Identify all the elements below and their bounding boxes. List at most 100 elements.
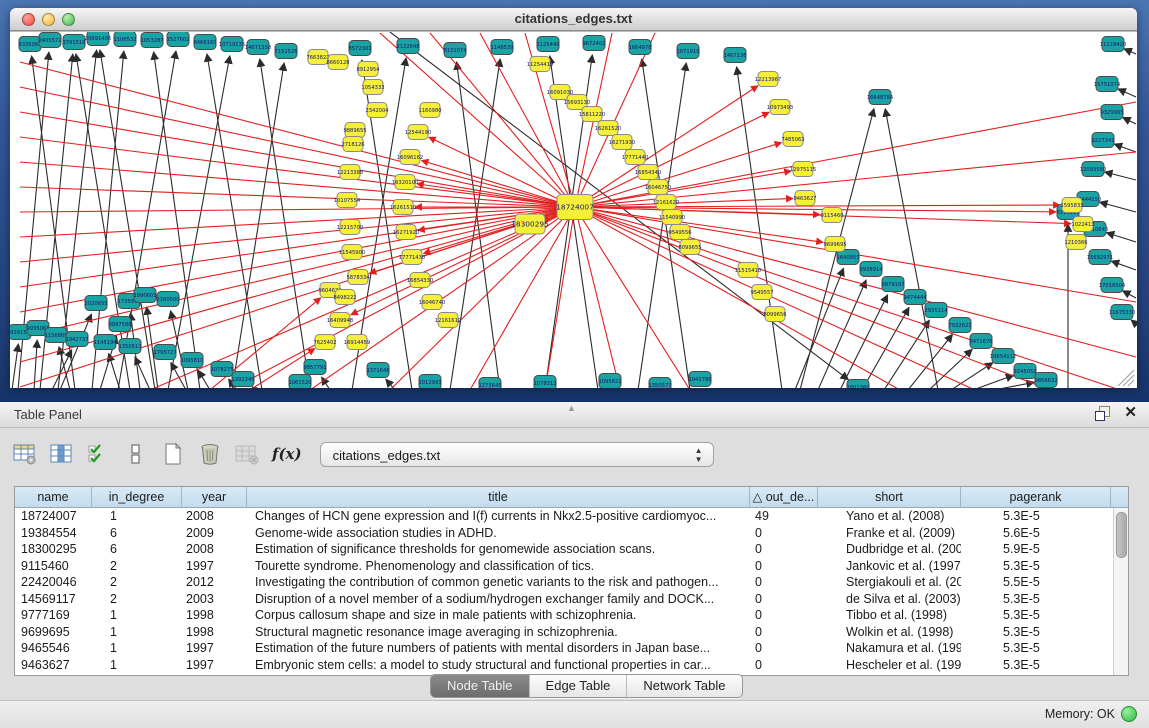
graph-node[interactable]: 1371648 — [366, 363, 389, 378]
network-window-titlebar[interactable]: citations_edges.txt — [10, 8, 1137, 31]
graph-node[interactable]: 2342004 — [365, 103, 389, 118]
graph-node[interactable]: 10973493 — [767, 100, 793, 115]
graph-node[interactable]: 16914459 — [344, 335, 370, 350]
graph-node[interactable]: 16409948 — [327, 313, 353, 328]
graph-node[interactable]: 9474444 — [903, 290, 927, 305]
graph-node[interactable]: 20691406 — [85, 32, 111, 46]
resize-corner-icon[interactable] — [1118, 370, 1134, 386]
graph-node[interactable]: 8131074 — [443, 43, 467, 58]
graph-node[interactable]: 1145194 — [93, 335, 117, 350]
graph-node[interactable]: 11118420 — [1100, 37, 1126, 52]
graph-node[interactable]: 16854330 — [407, 273, 433, 288]
vertical-scrollbar[interactable] — [1113, 508, 1128, 675]
graph-node[interactable]: 1095822 — [598, 374, 621, 389]
table-row[interactable]: 911546021997Tourette syndrome. Phenomeno… — [15, 558, 1128, 575]
graph-node[interactable]: 10654112 — [990, 349, 1016, 364]
graph-node[interactable]: 1801360 — [846, 380, 869, 389]
tab-network-table[interactable]: Network Table — [626, 675, 741, 697]
graph-node[interactable]: 11675330 — [1109, 305, 1135, 320]
graph-node[interactable]: 14671358 — [245, 40, 271, 55]
graph-node[interactable]: 16261520 — [595, 121, 621, 136]
graph-node[interactable]: 1095810 — [180, 353, 203, 368]
graph-node[interactable]: 2935114 — [924, 303, 948, 318]
graph-node[interactable]: 2122648 — [396, 39, 419, 54]
graph-node[interactable]: 1467136 — [723, 48, 746, 63]
graph-node[interactable]: 16046750 — [645, 180, 671, 195]
graph-node[interactable]: 9549556 — [668, 225, 691, 240]
graph-node[interactable]: 1078275 — [210, 362, 233, 377]
graph-node[interactable]: 17016504 — [1099, 278, 1126, 293]
graph-node[interactable]: 1078312 — [533, 376, 556, 389]
column-header-year[interactable]: year — [182, 487, 247, 507]
graph-node[interactable]: 16271920 — [393, 225, 419, 240]
graph-node[interactable]: 11515410 — [735, 263, 761, 278]
graph-node[interactable]: 1160980 — [418, 103, 441, 118]
graph-node[interactable]: 16271930 — [609, 135, 635, 150]
graph-node[interactable]: 9115460 — [820, 208, 843, 223]
graph-node[interactable]: 1664978 — [628, 40, 651, 55]
graph-node[interactable]: 7625402 — [313, 335, 336, 350]
graph-node[interactable]: 18724007 — [556, 195, 594, 220]
graph-node[interactable]: 11540990 — [659, 210, 685, 225]
function-icon[interactable]: f(x) — [272, 445, 302, 463]
graph-node[interactable]: 12161620 — [653, 195, 679, 210]
graph-node[interactable]: 1795727 — [153, 345, 176, 360]
column-header-short[interactable]: short — [818, 487, 961, 507]
graph-node[interactable]: 1156869 — [44, 328, 67, 343]
column-header-pagerank[interactable]: pagerank — [961, 487, 1111, 507]
table-settings-icon[interactable] — [13, 443, 37, 465]
close-panel-icon[interactable]: ✕ — [1124, 406, 1137, 420]
graph-node[interactable]: 10719135 — [219, 37, 245, 52]
graph-node[interactable]: 1990601 — [133, 288, 156, 303]
graph-node[interactable]: 1071919 — [676, 44, 699, 59]
graph-node[interactable]: 9889655 — [343, 123, 366, 138]
graph-node[interactable]: 8099656 — [763, 307, 786, 322]
graph-node[interactable]: 1012993 — [418, 375, 441, 389]
graph-node[interactable]: 7932621 — [948, 318, 971, 333]
graph-node[interactable]: 12544190 — [405, 125, 431, 140]
graph-node[interactable]: 8938914 — [859, 262, 883, 277]
table-row[interactable]: 969969511998Structural magnetic resonanc… — [15, 624, 1128, 641]
graph-node[interactable]: 1942737 — [65, 332, 88, 347]
graph-node[interactable]: 2020655 — [84, 296, 107, 311]
graph-node[interactable]: 17771430 — [399, 250, 425, 265]
graph-node[interactable]: 2405572 — [38, 33, 61, 48]
graph-node[interactable]: 12161610 — [435, 313, 461, 328]
graph-node[interactable]: 1054333 — [361, 80, 384, 95]
graph-node[interactable]: 12213967 — [755, 72, 781, 87]
graph-node[interactable]: 2718126 — [341, 137, 364, 152]
graph-node[interactable]: 1148539 — [490, 40, 513, 55]
table-row[interactable]: 1938455462009Genome-wide association stu… — [15, 525, 1128, 542]
graph-node[interactable]: 9329965 — [1100, 105, 1123, 120]
float-panel-icon[interactable] — [1095, 406, 1110, 420]
column-header-out_de[interactable]: △ out_de... — [750, 487, 818, 507]
graph-node[interactable]: 1061520 — [288, 375, 311, 389]
graph-node[interactable]: 1210366 — [1064, 235, 1087, 250]
splitter-handle-icon[interactable]: ▲ — [567, 403, 576, 413]
graph-node[interactable]: 8912954 — [356, 62, 380, 77]
graph-node[interactable]: 1273645 — [478, 378, 501, 389]
table-row[interactable]: 946554611997Estimation of the future num… — [15, 640, 1128, 657]
table-row[interactable]: 1456911722003Disruption of a novel membe… — [15, 591, 1128, 608]
graph-node[interactable]: 16261510 — [390, 200, 416, 215]
graph-node[interactable]: 18300295 — [511, 214, 549, 234]
graph-node[interactable]: 12093580 — [1080, 162, 1106, 177]
graph-node[interactable]: 15751074 — [1094, 77, 1121, 92]
graph-node[interactable]: 16096162 — [397, 150, 423, 165]
table-row[interactable]: 2242004622012Investigating the contribut… — [15, 574, 1128, 591]
graph-node[interactable]: 8498222 — [333, 290, 356, 305]
graph-node[interactable]: 16648784 — [867, 90, 894, 105]
graph-node[interactable]: 10107554 — [334, 193, 361, 208]
graph-node[interactable]: 11254419 — [527, 57, 553, 72]
table-row[interactable]: 977716911998Corpus callosum shape and si… — [15, 607, 1128, 624]
graph-node[interactable]: 8099655 — [678, 240, 701, 255]
graph-node[interactable]: 12975115 — [790, 162, 816, 177]
graph-node[interactable]: 1106532 — [113, 32, 136, 47]
graph-node[interactable]: 8660128 — [326, 55, 349, 70]
graph-node[interactable]: 1125449 — [536, 37, 559, 52]
graph-node[interactable]: 11545900 — [339, 245, 365, 260]
graph-node[interactable]: 1292346 — [231, 372, 254, 387]
graph-node[interactable]: 1053287 — [140, 33, 163, 48]
graph-node[interactable]: 1595833 — [1060, 198, 1083, 213]
select-columns-icon[interactable] — [87, 443, 111, 465]
